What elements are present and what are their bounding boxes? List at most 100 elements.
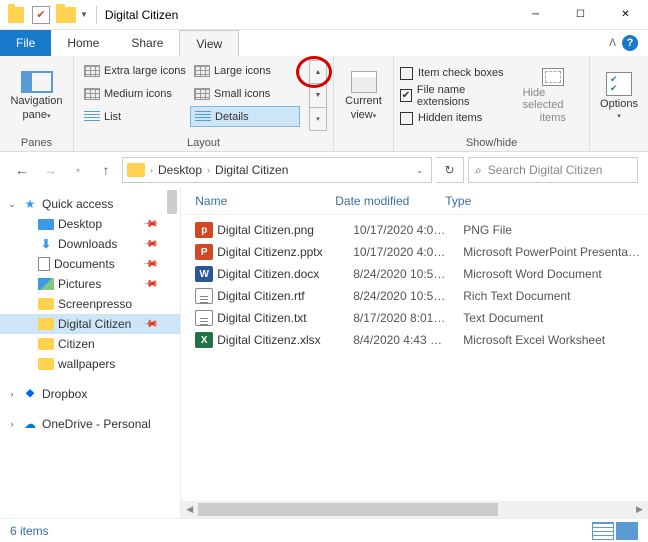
horizontal-scrollbar[interactable]: ◀▶ [181,501,648,518]
current-view-icon [351,71,377,93]
breadcrumb-dropdown[interactable]: ⌄ [416,166,427,175]
tab-share[interactable]: Share [115,30,179,56]
layout-medium[interactable]: Medium icons [80,83,190,104]
tree-downloads[interactable]: ⬇Downloads📌 [0,234,180,254]
hide-selected-icon [542,68,564,86]
tree-dropbox[interactable]: ›⯁Dropbox [0,384,180,404]
file-date: 10/17/2020 4:0… [353,223,463,237]
options-button[interactable]: Options ▾ [596,72,642,120]
group-label-layout: Layout [74,135,333,151]
layout-small[interactable]: Small icons [190,83,300,104]
search-input[interactable]: ⌕ Search Digital Citizen [468,157,638,183]
check-hidden-items[interactable]: Hidden items [400,112,511,125]
ribbon: Navigation pane▾ Panes Extra large icons… [0,56,648,152]
col-date[interactable]: Date modified [335,194,445,208]
check-item-checkboxes[interactable]: Item check boxes [400,67,511,80]
file-date: 10/17/2020 4:0… [353,245,463,259]
file-type-icon: X [195,332,213,348]
group-label-panes: Panes [0,135,73,151]
tree-wallpapers[interactable]: wallpapers [0,354,180,374]
qat-properties-button[interactable]: ✔ [32,6,50,24]
file-name: Digital Citizenz.pptx [217,245,353,259]
hide-selected-button[interactable]: Hide selected items [523,68,583,124]
column-headers: Name Date modified Type [181,188,648,215]
minimize-button[interactable]: ─ [513,0,558,30]
breadcrumb-folder-icon [127,163,145,177]
nav-forward-button[interactable]: → [38,158,62,182]
col-name[interactable]: Name [195,194,335,208]
breadcrumb[interactable]: › Desktop › Digital Citizen ⌄ [122,157,432,183]
file-name: Digital Citizen.rtf [217,289,353,303]
ribbon-tabs: File Home Share View ᐱ ? [0,30,648,56]
tree-onedrive[interactable]: ›☁OneDrive - Personal [0,414,180,434]
chevron-right-icon[interactable]: › [204,165,213,175]
layout-xlarge[interactable]: Extra large icons [80,60,190,81]
file-row[interactable]: p Digital Citizen.png 10/17/2020 4:0… PN… [181,219,648,241]
layout-list[interactable]: List [80,106,190,127]
nav-up-button[interactable]: ↑ [94,158,118,182]
file-row[interactable]: Digital Citizen.txt 8/17/2020 8:01… Text… [181,307,648,329]
item-count: 6 items [10,524,49,538]
check-file-extensions[interactable]: ✔File name extensions [400,84,511,108]
window-title: Digital Citizen [105,8,178,22]
tree-scrollbar[interactable] [164,188,180,518]
qat-dropdown[interactable]: ▼ [80,10,88,19]
layout-spin-down[interactable]: ▼ [310,84,326,107]
file-type: Text Document [463,311,648,325]
layout-large[interactable]: Large icons [190,60,300,81]
file-date: 8/24/2020 10:5… [353,289,463,303]
layout-details[interactable]: Details [190,106,300,127]
chevron-right-icon[interactable]: › [147,165,156,175]
refresh-button[interactable]: ↻ [436,157,464,183]
file-row[interactable]: W Digital Citizen.docx 8/24/2020 10:5… M… [181,263,648,285]
col-type[interactable]: Type [445,194,648,208]
tree-citizen[interactable]: Citizen [0,334,180,354]
breadcrumb-digitalcitizen[interactable]: Digital Citizen [215,163,288,177]
file-row[interactable]: X Digital Citizenz.xlsx 8/4/2020 4:43 … … [181,329,648,351]
navigation-pane-icon [21,71,53,93]
close-button[interactable]: ✕ [603,0,648,30]
file-date: 8/4/2020 4:43 … [353,333,463,347]
view-tiles-button[interactable] [616,522,638,540]
ribbon-collapse-icon[interactable]: ᐱ [609,38,616,49]
nav-back-button[interactable]: ← [10,158,34,182]
title-bar: ✔ ▼ Digital Citizen ─ ☐ ✕ [0,0,648,30]
layout-spin-more[interactable]: ▾ [310,108,326,130]
group-label-showhide: Show/hide [394,135,589,151]
tree-desktop[interactable]: Desktop📌 [0,214,180,234]
tree-digital-citizen[interactable]: Digital Citizen📌 [0,314,180,334]
tree-screenpresso[interactable]: Screenpresso [0,294,180,314]
layout-spin-up[interactable]: ▲ [310,61,326,84]
tree-quick-access[interactable]: ⌄★Quick access [0,194,180,214]
file-type: PNG File [463,223,648,237]
tree-documents[interactable]: Documents📌 [0,254,180,274]
breadcrumb-desktop[interactable]: Desktop [158,163,202,177]
file-date: 8/17/2020 8:01… [353,311,463,325]
options-icon [606,72,632,96]
qat-newfolder-button[interactable] [56,7,76,23]
file-name: Digital Citizen.txt [217,311,353,325]
tab-view[interactable]: View [179,30,239,56]
tab-home[interactable]: Home [51,30,115,56]
navigation-pane-button[interactable]: Navigation pane▾ [6,71,67,121]
file-date: 8/24/2020 10:5… [353,267,463,281]
quick-access-toolbar: ✔ ▼ [0,6,88,24]
file-type-icon: W [195,266,213,282]
maximize-button[interactable]: ☐ [558,0,603,30]
help-icon[interactable]: ? [622,35,638,51]
file-type: Microsoft Excel Worksheet [463,333,648,347]
tree-pictures[interactable]: Pictures📌 [0,274,180,294]
tab-file[interactable]: File [0,30,51,56]
file-row[interactable]: Digital Citizen.rtf 8/24/2020 10:5… Rich… [181,285,648,307]
file-type-icon [195,288,213,304]
current-view-button[interactable]: Current view▾ [340,71,387,121]
file-name: Digital Citizenz.xlsx [217,333,353,347]
file-list: Name Date modified Type p Digital Citize… [181,188,648,518]
file-type: Microsoft PowerPoint Presenta… [463,245,648,259]
view-details-button[interactable] [592,522,614,540]
file-name: Digital Citizen.docx [217,267,353,281]
file-row[interactable]: P Digital Citizenz.pptx 10/17/2020 4:0… … [181,241,648,263]
file-name: Digital Citizen.png [217,223,353,237]
layout-spinner[interactable]: ▲ ▼ ▾ [309,60,327,131]
nav-history-dropdown[interactable]: ▾ [66,158,90,182]
